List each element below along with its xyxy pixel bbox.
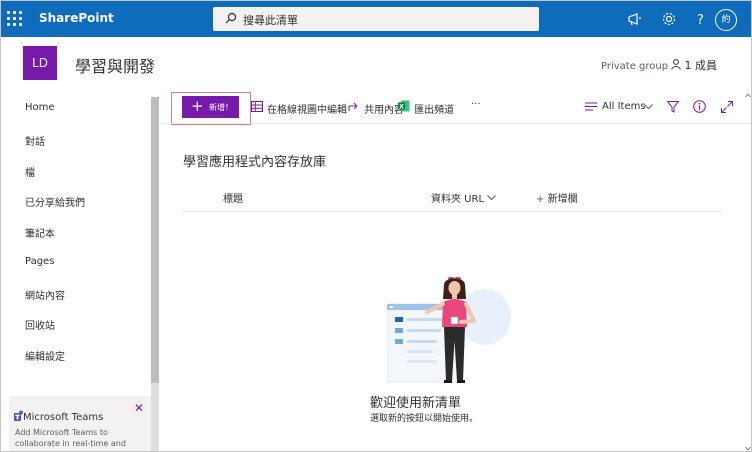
nav-item-edit-settings[interactable]: 編輯設定 (25, 348, 65, 363)
megaphone-icon[interactable] (625, 9, 645, 29)
info-icon[interactable] (693, 100, 706, 113)
nav-item-recycle-bin[interactable]: 回收站 (25, 317, 55, 332)
gear-icon[interactable] (659, 9, 679, 29)
chevron-down-icon[interactable] (644, 104, 653, 110)
view-lines-icon (585, 102, 597, 111)
nav-item-site-contents[interactable]: 網站內容 (25, 287, 65, 302)
add-column-label: 新增欄 (547, 194, 578, 205)
person-icon (671, 59, 681, 70)
plus-icon: + (536, 194, 545, 205)
suite-bar: SharePoint 搜尋此清單 ? 約 (1, 1, 751, 37)
filter-icon[interactable] (667, 101, 679, 113)
export-button[interactable]: 匯出頻道 (414, 101, 454, 116)
main-scrollbar[interactable] (745, 93, 751, 451)
nav-scrollbar-thumb[interactable] (151, 97, 159, 383)
teams-description: Add Microsoft Teams to collaborate in re… (15, 428, 126, 448)
chevron-down-icon (487, 195, 497, 201)
plus-icon: + (191, 97, 204, 115)
command-bar-divider (161, 123, 751, 124)
column-header-folder-url[interactable]: 資料夾 URL (431, 190, 497, 205)
site-title[interactable]: 學習與開發 (75, 53, 155, 77)
nav-item-notebook[interactable]: 筆記本 (25, 225, 55, 240)
user-avatar[interactable]: 約 (715, 9, 737, 31)
new-button[interactable]: + 新增！ (182, 96, 239, 118)
expand-icon[interactable] (721, 101, 733, 113)
privacy-label: Private group (601, 61, 669, 72)
column-header-folder-url-label: 資料夾 URL (431, 194, 485, 205)
members-label: 1 成員 (684, 59, 718, 72)
column-header-divider (182, 211, 722, 212)
teams-title: Microsoft Teams (23, 412, 104, 423)
share-icon (348, 102, 358, 111)
search-icon (225, 12, 237, 24)
app-window: SharePoint 搜尋此清單 ? 約 LD 學習與開發 Private gr… (0, 0, 752, 452)
more-options-button[interactable]: ··· (471, 99, 481, 110)
close-icon[interactable]: ✕ (134, 401, 144, 415)
add-column-button[interactable]: + 新增欄 (536, 190, 578, 205)
app-launcher-icon[interactable] (7, 11, 23, 27)
welcome-subtitle: 選取新的按鈕以開始使用。 (370, 414, 479, 424)
search-placeholder: 搜尋此清單 (243, 14, 298, 27)
help-icon[interactable]: ? (691, 9, 711, 29)
welcome-illustration (387, 277, 511, 383)
grid-icon (251, 101, 263, 112)
nav-item-home[interactable]: Home (25, 102, 55, 113)
svg-text:X: X (399, 103, 404, 110)
nav-item-documents[interactable]: 檔 (25, 164, 35, 179)
welcome-title: 歡迎使用新清單 (370, 396, 462, 411)
edit-grid-button[interactable]: 在格線視圖中編輯 (267, 101, 347, 116)
search-input[interactable]: 搜尋此清單 (213, 7, 539, 31)
nav-item-conversations[interactable]: 對話 (25, 133, 45, 148)
view-selector[interactable]: All Items (602, 101, 646, 112)
members-button[interactable]: 1 成員 (671, 57, 717, 73)
new-button-label: 新增！ (209, 103, 233, 112)
site-logo[interactable]: LD (23, 46, 57, 80)
list-title: 學習應用程式內容存放庫 (183, 155, 327, 170)
app-name[interactable]: SharePoint (39, 11, 114, 25)
nav-item-pages[interactable]: Pages (25, 256, 54, 267)
column-header-title[interactable]: 標題 (223, 190, 243, 205)
nav-item-shared[interactable]: 已分享給我們 (25, 194, 85, 209)
excel-icon: X (398, 100, 410, 112)
svg-text:?: ? (697, 13, 704, 28)
